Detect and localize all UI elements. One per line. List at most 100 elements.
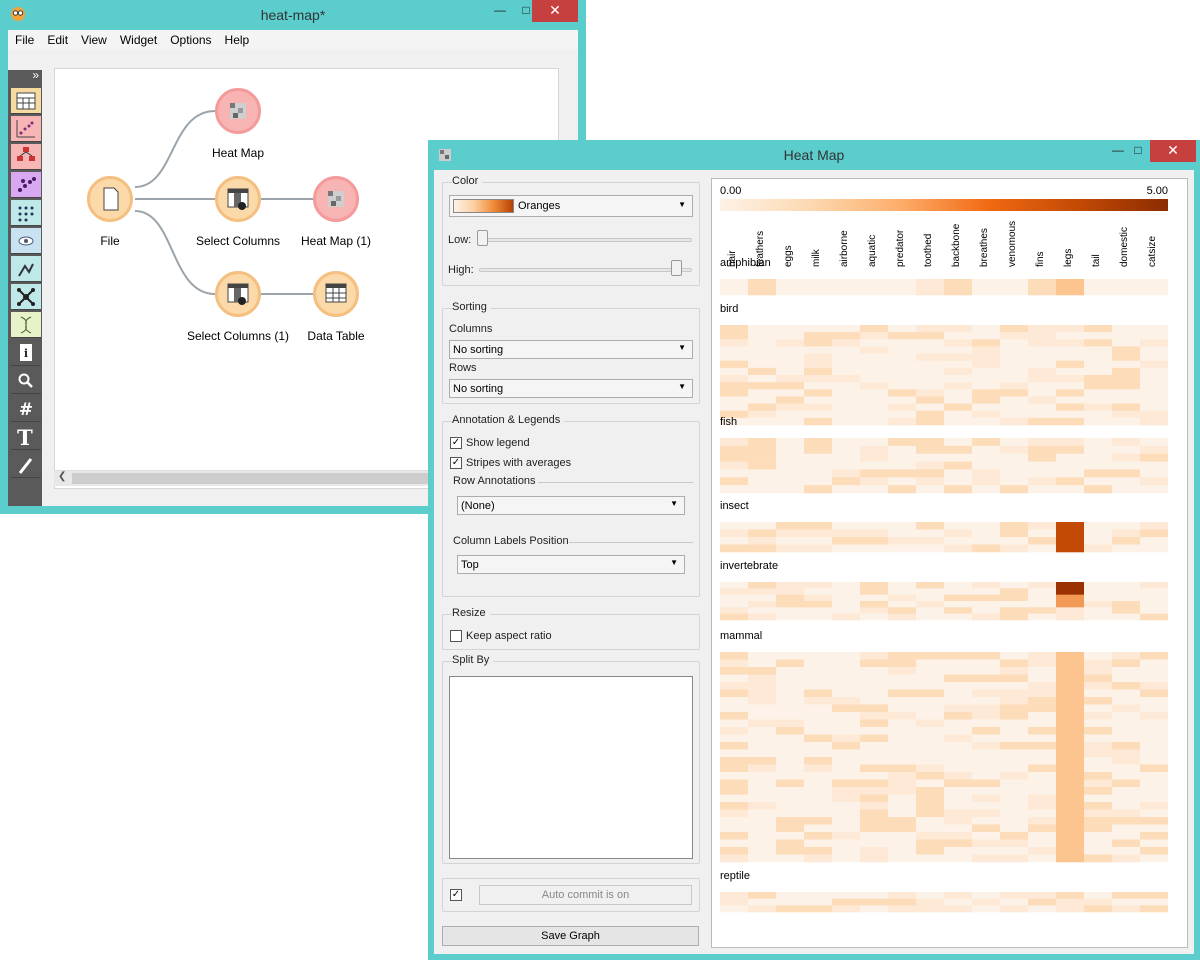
heatmap-cell xyxy=(972,522,1000,530)
auto-commit-checkbox[interactable]: ✓ xyxy=(450,889,462,901)
heatmap-cell xyxy=(1056,817,1084,825)
search-icon[interactable] xyxy=(11,368,41,394)
high-slider-track[interactable] xyxy=(479,268,692,272)
heatmap-cell xyxy=(1084,445,1112,455)
heatmap-cell xyxy=(1084,824,1112,833)
heatmap-cell xyxy=(860,854,888,863)
stripes-label[interactable]: Stripes with averages xyxy=(466,457,571,469)
heatmap-cell xyxy=(804,764,832,773)
heatmap-cell xyxy=(1084,382,1112,390)
heatmap-cell xyxy=(1000,749,1028,758)
scatter-icon[interactable] xyxy=(11,116,41,142)
heatmap-cell xyxy=(888,689,916,698)
toolbox-expand-icon[interactable]: » xyxy=(32,68,39,82)
save-graph-button[interactable]: Save Graph xyxy=(442,926,699,946)
heatmap-cell xyxy=(972,659,1000,668)
scroll-left-icon[interactable]: ❮ xyxy=(58,471,66,482)
sort-columns-label: Columns xyxy=(449,323,493,335)
heatmap-cell xyxy=(972,403,1000,412)
low-slider-track[interactable] xyxy=(479,238,692,242)
pen-icon[interactable] xyxy=(11,452,41,478)
heatmap-cell xyxy=(860,734,888,743)
split-by-list[interactable] xyxy=(449,676,693,859)
network-icon[interactable] xyxy=(11,284,41,310)
table-icon[interactable] xyxy=(11,88,41,114)
dna-icon[interactable] xyxy=(11,312,41,338)
group-label: invertebrate xyxy=(720,560,778,572)
heatmap-cell xyxy=(776,659,804,668)
heatmap-cell xyxy=(1140,613,1168,621)
group-label: mammal xyxy=(720,630,762,642)
close-button[interactable]: ✕ xyxy=(532,0,578,22)
low-slider-handle[interactable] xyxy=(477,230,488,246)
menu-file[interactable]: File xyxy=(8,30,40,47)
heatmap-cell xyxy=(1084,601,1112,608)
menu-options[interactable]: Options xyxy=(163,30,217,47)
grid-plot-icon[interactable] xyxy=(11,200,41,226)
stripes-checkbox[interactable]: ✓ xyxy=(450,457,462,469)
heatmap-cell xyxy=(1028,353,1056,362)
menu-widget[interactable]: Widget xyxy=(113,30,163,47)
heatmap-cell xyxy=(1028,613,1056,621)
menu-bar: File Edit View Widget Options Help xyxy=(8,30,578,50)
show-legend-label[interactable]: Show legend xyxy=(466,437,530,449)
minimize-button[interactable]: — xyxy=(486,0,514,22)
high-slider-handle[interactable] xyxy=(671,260,682,276)
heatmap-cell xyxy=(776,905,804,913)
data-table-node-circle[interactable] xyxy=(313,271,359,317)
select-columns-node-circle[interactable] xyxy=(215,176,261,222)
heatmap-cell xyxy=(776,339,804,347)
heatmap-cell xyxy=(1056,544,1084,553)
heat-map-1-node-circle[interactable] xyxy=(313,176,359,222)
heatmap-cell xyxy=(888,652,916,660)
menu-view[interactable]: View xyxy=(74,30,113,47)
col-labels-position-select[interactable]: Top ▼ xyxy=(457,555,685,574)
text-icon[interactable]: T xyxy=(11,424,41,450)
heatmap-cell xyxy=(1140,809,1168,818)
svg-text:i: i xyxy=(24,347,28,360)
scatter-dots-icon[interactable] xyxy=(11,172,41,198)
column-label: breathes xyxy=(979,228,990,267)
heatmap-cell xyxy=(1084,854,1112,863)
heatmap-cell xyxy=(1028,325,1056,333)
keep-aspect-checkbox[interactable] xyxy=(450,630,462,642)
scroll-thumb[interactable] xyxy=(72,473,432,484)
heatmap-cell xyxy=(888,719,916,728)
heatmap-cell xyxy=(832,389,860,397)
keep-aspect-label[interactable]: Keep aspect ratio xyxy=(466,630,552,642)
heatmap-cell xyxy=(748,764,776,773)
heatmap-cell xyxy=(1000,537,1028,545)
file-node-circle[interactable] xyxy=(87,176,133,222)
heatmap-cell xyxy=(720,652,748,660)
heatmap-maximize-button[interactable]: □ xyxy=(1124,140,1152,162)
main-titlebar[interactable]: heat-map* — □ ✕ xyxy=(0,0,586,30)
heatmap-cell xyxy=(720,734,748,743)
show-legend-checkbox[interactable]: ✓ xyxy=(450,437,462,449)
menu-help[interactable]: Help xyxy=(218,30,256,47)
heatmap-cell xyxy=(860,719,888,728)
heatmap-cell xyxy=(972,375,1000,383)
row-annotations-select[interactable]: (None) ▼ xyxy=(457,496,685,515)
sort-columns-select[interactable]: No sorting ▼ xyxy=(449,340,693,359)
heatmap-titlebar[interactable]: Heat Map — □ ✕ xyxy=(428,140,1200,170)
palette-select[interactable]: Oranges ▼ xyxy=(449,195,693,217)
explore-icon[interactable] xyxy=(11,256,41,282)
heatmap-cell xyxy=(776,325,804,333)
heatmap-cell xyxy=(1028,360,1056,369)
heatmap-cell xyxy=(1140,764,1168,773)
heat-map-node-circle[interactable] xyxy=(215,88,261,134)
sort-rows-select[interactable]: No sorting ▼ xyxy=(449,379,693,398)
info-icon[interactable]: i xyxy=(11,340,41,366)
hash-icon[interactable]: # xyxy=(11,396,41,422)
heatmap-cell xyxy=(1056,704,1084,713)
heatmap-cell xyxy=(1112,353,1140,362)
menu-edit[interactable]: Edit xyxy=(40,30,74,47)
commit-button[interactable]: Auto commit is on xyxy=(479,885,692,905)
heatmap-cell xyxy=(804,353,832,362)
tree-icon[interactable] xyxy=(11,144,41,170)
heatmap-view[interactable]: 0.00 5.00 hair feathers eggs milk airborne aq… xyxy=(711,178,1188,948)
heatmap-window-title: Heat Map xyxy=(783,147,845,163)
heatmap-close-button[interactable]: ✕ xyxy=(1150,140,1196,162)
select-columns-1-node-circle[interactable] xyxy=(215,271,261,317)
heatmap-cell xyxy=(1140,594,1168,602)
